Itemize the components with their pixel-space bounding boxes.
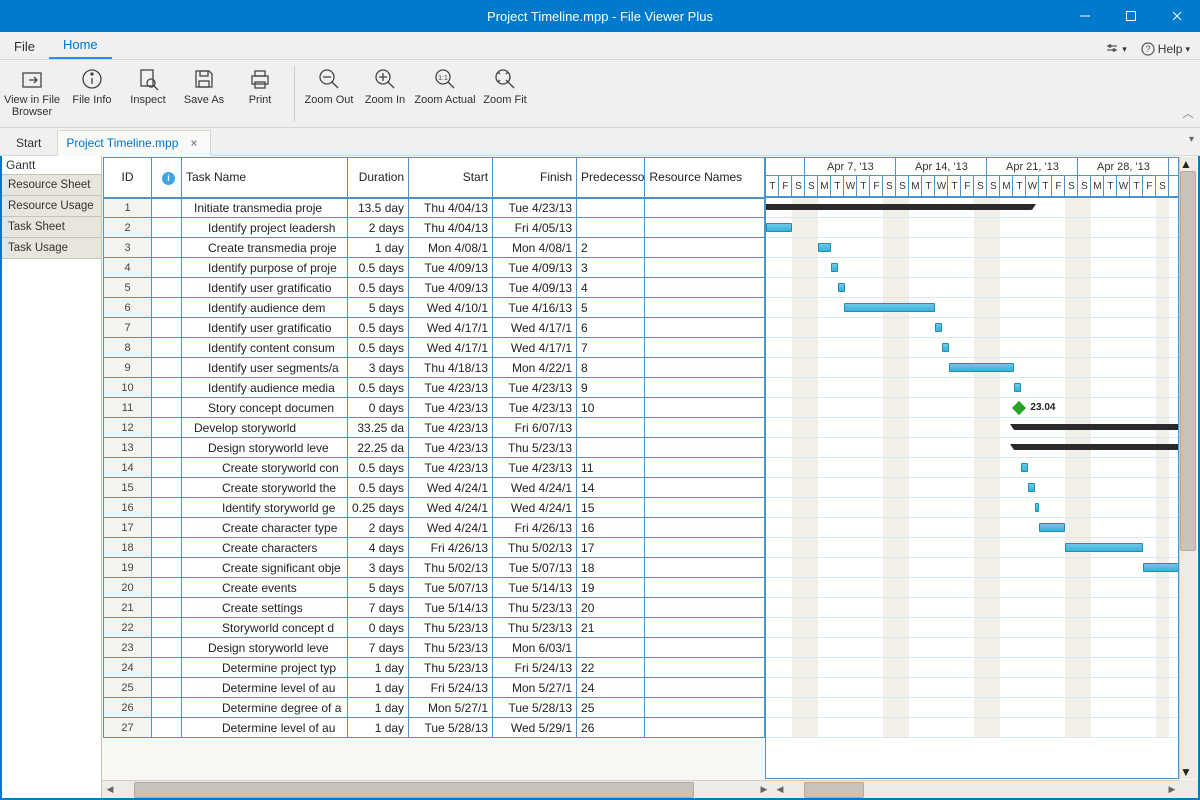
col-finish[interactable]: Finish <box>493 158 577 198</box>
view-in-browser-button[interactable]: View in File Browser <box>0 66 64 120</box>
view-header: Gantt <box>2 156 101 175</box>
inspect-button[interactable]: Inspect <box>120 66 176 108</box>
col-info[interactable]: i <box>152 158 182 198</box>
document-tabs: Start Project Timeline.mpp × ▾ <box>0 128 1200 156</box>
view-task-sheet[interactable]: Task Sheet <box>2 217 101 238</box>
view-resource-usage[interactable]: Resource Usage <box>2 196 101 217</box>
help-icon: ? <box>1141 42 1155 56</box>
table-row[interactable]: 10Identify audience media0.5 daysTue 4/2… <box>104 378 765 398</box>
menu-file[interactable]: File <box>0 33 49 59</box>
tab-close-button[interactable]: × <box>186 136 201 150</box>
print-button[interactable]: Print <box>232 66 288 108</box>
col-duration[interactable]: Duration <box>348 158 409 198</box>
svg-text:1:1: 1:1 <box>438 75 448 82</box>
col-predecessors[interactable]: Predecesso <box>577 158 645 198</box>
sliders-icon <box>1105 42 1119 56</box>
table-row[interactable]: 26Determine degree of a1 dayMon 5/27/1Tu… <box>104 698 765 718</box>
table-row[interactable]: 27Determine level of au1 dayTue 5/28/13W… <box>104 718 765 738</box>
save-as-button[interactable]: Save As <box>176 66 232 108</box>
table-row[interactable]: 15Create storyworld the0.5 daysWed 4/24/… <box>104 478 765 498</box>
zoom-actual-icon: 1:1 <box>434 68 456 90</box>
info-icon: i <box>162 172 175 185</box>
table-row[interactable]: 1Initiate transmedia proje13.5 dayThu 4/… <box>104 198 765 218</box>
window-title: Project Timeline.mpp - File Viewer Plus <box>0 9 1200 24</box>
col-resources[interactable]: Resource Names <box>645 158 765 198</box>
table-row[interactable]: 2Identify project leadersh2 daysThu 4/04… <box>104 218 765 238</box>
folder-arrow-icon <box>21 68 43 90</box>
col-task[interactable]: Task Name <box>182 158 348 198</box>
table-row[interactable]: 5Identify user gratificatio0.5 daysTue 4… <box>104 278 765 298</box>
col-id[interactable]: ID <box>104 158 152 198</box>
vertical-scrollbar[interactable]: ▲ ▼ <box>1179 157 1197 779</box>
tabs-menu-button[interactable]: ▾ <box>1189 134 1194 145</box>
table-row[interactable]: 17Create character type2 daysWed 4/24/1F… <box>104 518 765 538</box>
inspect-icon <box>137 68 159 90</box>
tab-current-file[interactable]: Project Timeline.mpp × <box>57 130 210 156</box>
zoom-actual-button[interactable]: 1:1 Zoom Actual <box>413 66 477 108</box>
file-info-button[interactable]: File Info <box>64 66 120 108</box>
menu-home[interactable]: Home <box>49 31 112 59</box>
gantt-h-scrollbar[interactable]: ◀▶ <box>772 780 1180 798</box>
print-icon <box>249 68 271 90</box>
task-table[interactable]: ID i Task Name Duration Start Finish Pre… <box>103 157 765 738</box>
menu-row: File Home ▾ ? Help ▾ <box>0 32 1200 60</box>
table-row[interactable]: 18Create characters4 daysFri 4/26/13Thu … <box>104 538 765 558</box>
save-icon <box>193 68 215 90</box>
table-row[interactable]: 25Determine level of au1 dayFri 5/24/13M… <box>104 678 765 698</box>
table-row[interactable]: 11Story concept documen0 daysTue 4/23/13… <box>104 398 765 418</box>
zoom-fit-icon <box>494 68 516 90</box>
view-task-usage[interactable]: Task Usage <box>2 238 101 259</box>
col-start[interactable]: Start <box>409 158 493 198</box>
table-row[interactable]: 3Create transmedia proje1 dayMon 4/08/1M… <box>104 238 765 258</box>
title-bar: Project Timeline.mpp - File Viewer Plus <box>0 0 1200 32</box>
ribbon-collapse-button[interactable]: ︿ <box>1176 105 1200 121</box>
table-row[interactable]: 20Create events5 daysTue 5/07/13Tue 5/14… <box>104 578 765 598</box>
tab-start[interactable]: Start <box>2 130 55 156</box>
table-row[interactable]: 8Identify content consum0.5 daysWed 4/17… <box>104 338 765 358</box>
svg-text:?: ? <box>1145 44 1150 54</box>
zoom-out-button[interactable]: Zoom Out <box>301 66 357 108</box>
table-row[interactable]: 24Determine project typ1 dayThu 5/23/13F… <box>104 658 765 678</box>
help-button[interactable]: ? Help ▾ <box>1135 39 1196 59</box>
table-row[interactable]: 7Identify user gratificatio0.5 daysWed 4… <box>104 318 765 338</box>
table-row[interactable]: 9Identify user segments/a3 daysThu 4/18/… <box>104 358 765 378</box>
table-row[interactable]: 4Identify purpose of proje0.5 daysTue 4/… <box>104 258 765 278</box>
table-row[interactable]: 22Storyworld concept d0 daysThu 5/23/13T… <box>104 618 765 638</box>
zoom-fit-button[interactable]: Zoom Fit <box>477 66 533 108</box>
table-row[interactable]: 6Identify audience dem5 daysWed 4/10/1Tu… <box>104 298 765 318</box>
info-icon <box>81 68 103 90</box>
settings-button[interactable]: ▾ <box>1099 39 1133 59</box>
zoom-in-button[interactable]: Zoom In <box>357 66 413 108</box>
table-h-scrollbar[interactable]: ◀▶ <box>102 780 772 798</box>
table-row[interactable]: 12Develop storyworld33.25 daTue 4/23/13F… <box>104 418 765 438</box>
table-row[interactable]: 14Create storyworld con0.5 daysTue 4/23/… <box>104 458 765 478</box>
maximize-button[interactable] <box>1108 0 1154 32</box>
zoom-out-icon <box>318 68 340 90</box>
table-row[interactable]: 23Design storyworld leve7 daysThu 5/23/1… <box>104 638 765 658</box>
gantt-chart[interactable]: Apr 7, '13Apr 14, '13Apr 21, '13Apr 28, … <box>765 157 1179 779</box>
zoom-in-icon <box>374 68 396 90</box>
view-resource-sheet[interactable]: Resource Sheet <box>2 175 101 196</box>
table-row[interactable]: 19Create significant obje3 daysThu 5/02/… <box>104 558 765 578</box>
view-pane: Gantt Resource SheetResource UsageTask S… <box>2 156 102 798</box>
ribbon: View in File Browser File Info Inspect S… <box>0 60 1200 128</box>
close-button[interactable] <box>1154 0 1200 32</box>
table-row[interactable]: 13Design storyworld leve22.25 daTue 4/23… <box>104 438 765 458</box>
minimize-button[interactable] <box>1062 0 1108 32</box>
table-row[interactable]: 21Create settings7 daysTue 5/14/13Thu 5/… <box>104 598 765 618</box>
table-row[interactable]: 16Identify storyworld ge0.25 daysWed 4/2… <box>104 498 765 518</box>
